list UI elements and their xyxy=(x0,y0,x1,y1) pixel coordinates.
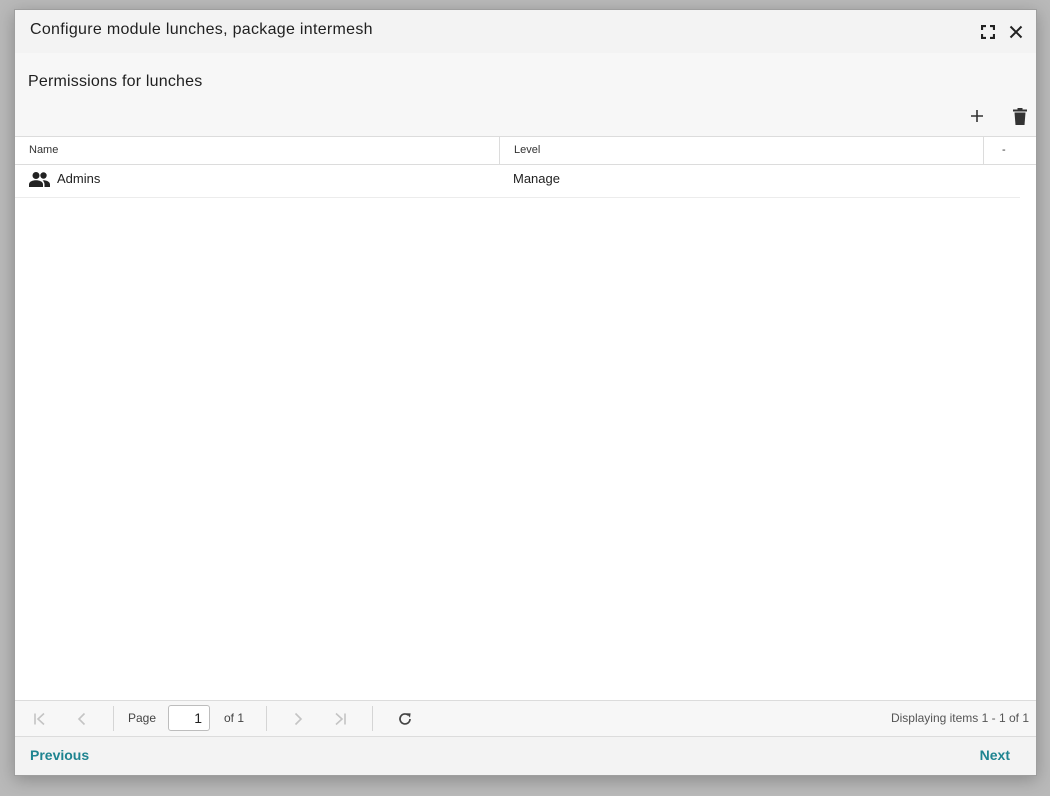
table-row[interactable]: Admins Manage xyxy=(15,165,1020,198)
trash-icon[interactable] xyxy=(1008,104,1032,128)
row-name: Admins xyxy=(57,171,101,186)
column-header-actions[interactable]: - xyxy=(983,137,1038,164)
permissions-panel-header: Permissions for lunches xyxy=(15,53,1036,137)
paging-separator xyxy=(113,706,114,731)
panel-title: Permissions for lunches xyxy=(28,73,203,90)
chevron-left-icon[interactable] xyxy=(71,708,93,730)
next-button[interactable]: Next xyxy=(980,747,1010,763)
dialog-titlebar: Configure module lunches, package interm… xyxy=(15,10,1036,53)
previous-button[interactable]: Previous xyxy=(30,747,89,763)
dialog-title: Configure module lunches, package interm… xyxy=(30,21,373,38)
permissions-grid-body: Admins Manage xyxy=(15,165,1036,701)
dialog-footer: Previous Next xyxy=(15,737,1036,775)
paging-separator xyxy=(266,706,267,731)
fullscreen-icon[interactable] xyxy=(978,22,998,42)
last-page-icon[interactable] xyxy=(329,708,351,730)
page-label: Page xyxy=(128,711,157,725)
page-total-label: of 1 xyxy=(224,711,245,725)
paging-separator xyxy=(372,706,373,731)
refresh-icon[interactable] xyxy=(394,708,416,730)
paging-toolbar: Page of 1 Displaying items 1 - 1 of 1 xyxy=(15,700,1036,737)
display-info: Displaying items 1 - 1 of 1 xyxy=(890,711,1029,725)
column-header-level[interactable]: Level xyxy=(499,137,983,164)
row-level: Manage xyxy=(513,171,560,186)
column-header-name[interactable]: Name xyxy=(15,137,499,164)
page-number-input[interactable] xyxy=(168,705,210,731)
grid-header: Name Level - xyxy=(15,137,1036,165)
close-icon[interactable] xyxy=(1006,22,1026,42)
plus-icon[interactable] xyxy=(965,104,989,128)
group-icon xyxy=(29,171,50,191)
configure-module-dialog: Configure module lunches, package interm… xyxy=(14,9,1037,776)
chevron-right-icon[interactable] xyxy=(287,708,309,730)
first-page-icon[interactable] xyxy=(29,708,51,730)
